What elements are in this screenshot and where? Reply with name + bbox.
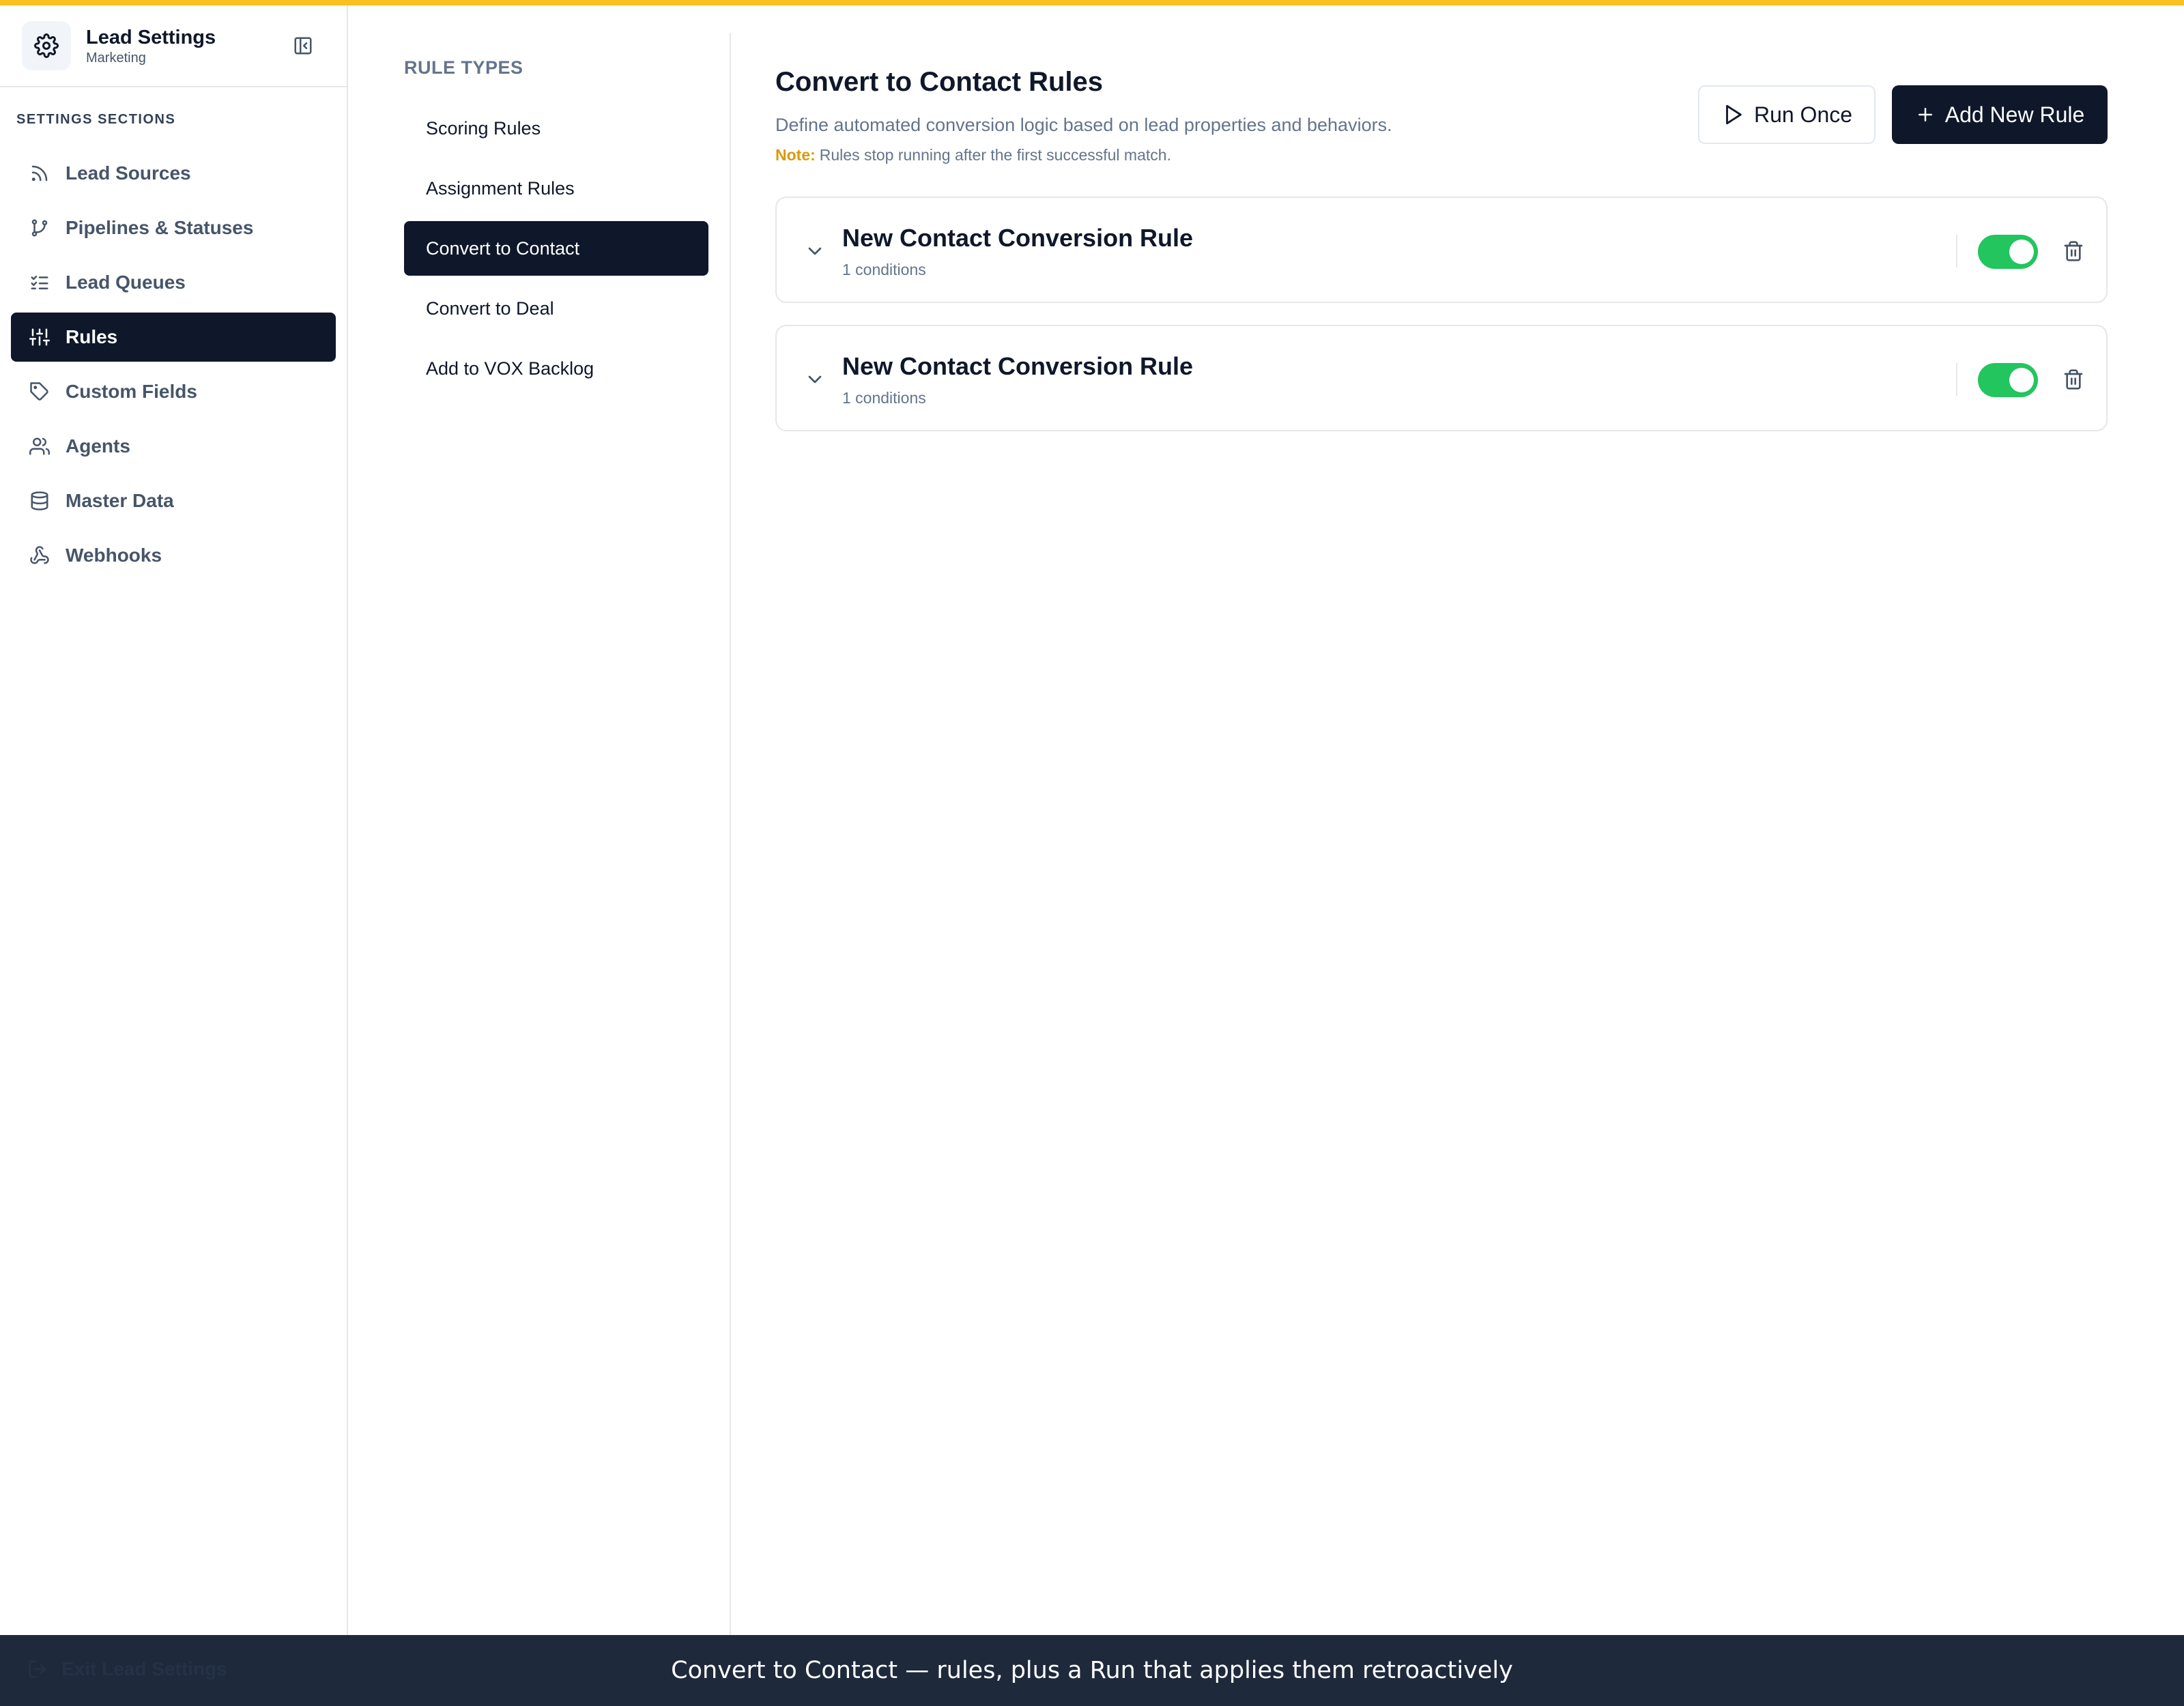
sidebar-item-label: Pipelines & Statuses: [66, 217, 254, 238]
sidebar-item-webhooks[interactable]: Webhooks: [11, 531, 336, 580]
trash-icon[interactable]: [2060, 366, 2087, 393]
exit-label: Exit Lead Settings: [61, 1658, 227, 1679]
sidebar-item-label: Lead Sources: [66, 162, 191, 184]
chevron-down-icon[interactable]: [801, 366, 829, 393]
rule-card-divider: [1956, 235, 1957, 268]
webhook-icon: [27, 543, 52, 568]
app-subtitle: Marketing: [86, 50, 146, 66]
rule-enabled-toggle[interactable]: [1978, 363, 2038, 397]
column-divider: [730, 33, 731, 1635]
settings-sidebar: Lead Settings Marketing SETTINGS SECTION…: [0, 5, 348, 1635]
toggle-knob: [2009, 240, 2034, 264]
rule-types-heading: RULE TYPES: [404, 57, 523, 78]
sidebar-item-lead-sources[interactable]: Lead Sources: [11, 149, 336, 198]
rule-types-list: Scoring Rules Assignment Rules Convert t…: [404, 101, 708, 401]
rule-type-scoring[interactable]: Scoring Rules: [404, 101, 708, 156]
list-checks-icon: [27, 270, 52, 295]
page-description: Define automated conversion logic based …: [775, 115, 1392, 135]
rule-types-panel: RULE TYPES Scoring Rules Assignment Rule…: [349, 5, 732, 1635]
rss-icon: [27, 161, 52, 186]
sidebar-section-label: SETTINGS SECTIONS: [16, 112, 176, 127]
rule-type-convert-to-contact[interactable]: Convert to Contact: [404, 221, 708, 276]
rule-type-assignment[interactable]: Assignment Rules: [404, 161, 708, 216]
rule-conditions-count: 1 conditions: [842, 389, 926, 407]
sidebar-nav: Lead Sources Pipelines & Statuses Lead Q…: [0, 149, 347, 580]
sidebar-item-master-data[interactable]: Master Data: [11, 476, 336, 525]
page-note: Note: Rules stop running after the first …: [775, 146, 1171, 164]
toggle-knob: [2009, 368, 2034, 392]
play-icon: [1721, 103, 1744, 126]
sidebar-item-rules[interactable]: Rules: [11, 313, 336, 362]
plus-icon: [1915, 104, 1936, 125]
top-accent-bar: [0, 0, 2184, 5]
rule-name: New Contact Conversion Rule: [842, 224, 1194, 252]
run-once-label: Run Once: [1753, 102, 1853, 127]
caption-text: Convert to Contact — rules, plus a Run t…: [671, 1657, 1513, 1684]
collapse-sidebar-icon[interactable]: [289, 32, 317, 59]
sliders-icon: [27, 325, 52, 349]
add-new-rule-label: Add New Rule: [1944, 102, 2085, 127]
exit-lead-settings-button[interactable]: Exit Lead Settings: [27, 1658, 227, 1680]
database-icon: [27, 489, 52, 513]
git-branch-icon: [27, 216, 52, 240]
caption-bar: Exit Lead Settings Convert to Contact — …: [0, 1635, 2184, 1706]
sidebar-item-pipelines-statuses[interactable]: Pipelines & Statuses: [11, 203, 336, 252]
sidebar-item-custom-fields[interactable]: Custom Fields: [11, 367, 336, 416]
sidebar-item-label: Lead Queues: [66, 272, 186, 293]
sidebar-item-agents[interactable]: Agents: [11, 422, 336, 471]
rule-enabled-toggle[interactable]: [1978, 235, 2038, 269]
chevron-down-icon[interactable]: [801, 237, 829, 265]
sidebar-item-label: Agents: [66, 435, 130, 457]
tag-icon: [27, 379, 52, 404]
rule-card[interactable]: New Contact Conversion Rule 1 conditions: [775, 197, 2108, 303]
sidebar-item-label: Master Data: [66, 490, 174, 511]
note-text: Rules stop running after the first succe…: [819, 146, 1171, 164]
rule-card[interactable]: New Contact Conversion Rule 1 conditions: [775, 325, 2108, 431]
note-label: Note:: [775, 146, 816, 164]
add-new-rule-button[interactable]: Add New Rule: [1892, 85, 2108, 144]
sidebar-item-label: Custom Fields: [66, 381, 197, 402]
sidebar-item-label: Webhooks: [66, 545, 162, 566]
rule-type-convert-to-deal[interactable]: Convert to Deal: [404, 281, 708, 336]
sidebar-item-label: Rules: [66, 326, 118, 347]
users-icon: [27, 434, 52, 459]
rule-card-divider: [1956, 363, 1957, 396]
rule-type-add-to-vox-backlog[interactable]: Add to VOX Backlog: [404, 341, 708, 396]
trash-icon[interactable]: [2060, 237, 2087, 265]
page-title: Convert to Contact Rules: [775, 67, 1104, 97]
run-once-button[interactable]: Run Once: [1698, 85, 1876, 144]
main-content: Convert to Contact Rules Define automate…: [775, 5, 2108, 1635]
rule-conditions-count: 1 conditions: [842, 261, 926, 278]
app-title: Lead Settings: [86, 27, 216, 48]
sidebar-header: Lead Settings Marketing: [0, 5, 347, 87]
rule-name: New Contact Conversion Rule: [842, 352, 1194, 380]
log-out-icon: [27, 1659, 48, 1679]
sidebar-item-lead-queues[interactable]: Lead Queues: [11, 258, 336, 307]
gear-icon: [22, 21, 71, 70]
